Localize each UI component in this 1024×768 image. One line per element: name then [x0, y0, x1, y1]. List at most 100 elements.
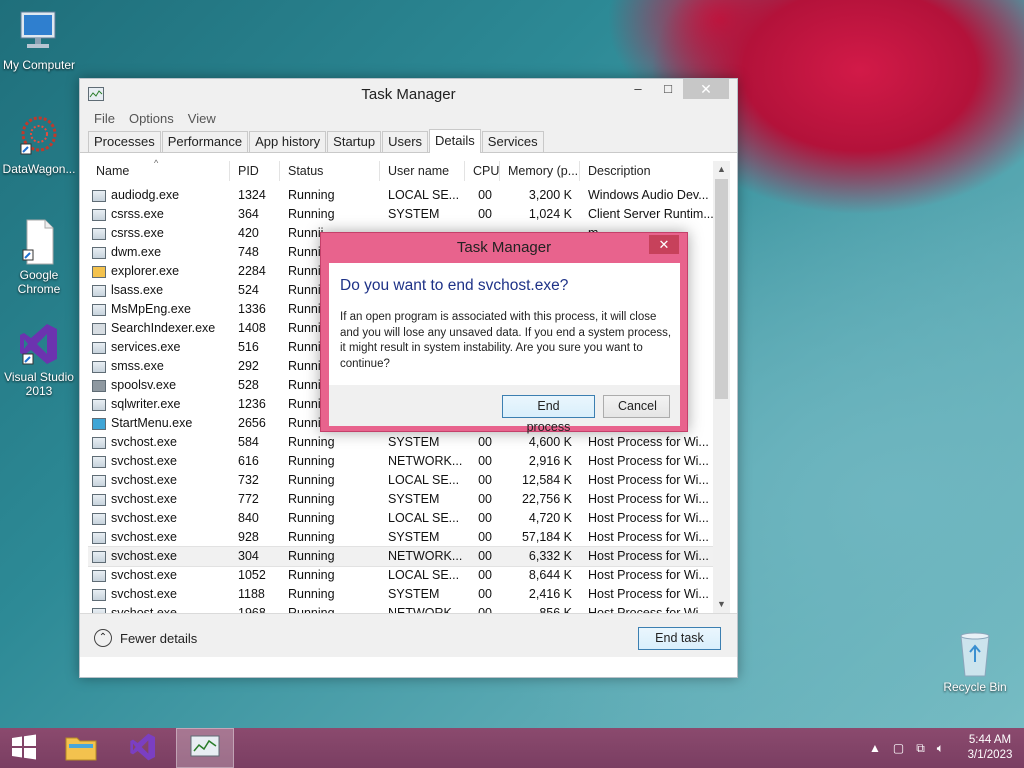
table-row[interactable]: svchost.exe 616 Running NETWORK... 00 2,916 K… [88, 452, 713, 471]
process-name: SearchIndexer.exe [111, 321, 216, 335]
menu-options[interactable]: Options [129, 111, 174, 126]
description-cell: Host Process for Wi... [588, 606, 709, 613]
table-row[interactable]: svchost.exe 772 Running SYSTEM 00 22,756 K Hos… [88, 490, 713, 509]
tab-startup[interactable]: Startup [327, 131, 382, 152]
scroll-down-arrow-icon[interactable]: ▼ [713, 596, 730, 613]
table-row[interactable]: svchost.exe 840 Running LOCAL SE... 00 4,720 … [88, 509, 713, 528]
title-bar[interactable]: Task Manager ‒ □ ✕ [80, 79, 737, 107]
taskbar-visual-studio[interactable] [118, 728, 168, 768]
process-icon [92, 303, 106, 316]
pid-cell: 304 [238, 549, 259, 563]
cpu-cell: 00 [478, 473, 492, 487]
fewer-details-button[interactable]: ⌃ Fewer details [94, 629, 197, 647]
scroll-thumb[interactable] [715, 179, 728, 399]
dialog-close-button[interactable]: ✕ [649, 235, 679, 254]
tab-details[interactable]: Details [429, 129, 481, 153]
clock[interactable]: 5:44 AM 3/1/2023 [956, 733, 1024, 763]
table-row[interactable]: audiodg.exe 1324 Running LOCAL SE... 00 3,200… [88, 186, 713, 205]
user-name-cell: SYSTEM [388, 492, 440, 506]
taskbar-file-explorer[interactable] [56, 728, 106, 768]
column-header-user[interactable]: User name [380, 161, 465, 181]
column-header-label: Name [96, 164, 130, 178]
status-cell: Running [288, 435, 335, 449]
end-task-button[interactable]: End task [638, 627, 721, 650]
end-process-button[interactable]: End process [502, 395, 595, 434]
pid-cell: 364 [238, 207, 259, 221]
desktop-icon-recycle-bin[interactable]: Recycle Bin [936, 630, 1014, 694]
pid-cell: 584 [238, 435, 259, 449]
process-name: audiodg.exe [111, 188, 180, 202]
table-row[interactable]: svchost.exe 584 Running SYSTEM 00 4,600 K Host… [88, 433, 713, 452]
cpu-cell: 00 [478, 587, 492, 601]
tab-users[interactable]: Users [382, 131, 429, 152]
tab-services[interactable]: Services [481, 131, 544, 152]
close-button[interactable]: ✕ [683, 79, 729, 99]
process-name: svchost.exe [111, 473, 178, 487]
memory-cell: 2,916 K [528, 454, 572, 468]
memory-cell: 57,184 K [521, 530, 572, 544]
column-header-cpu[interactable]: CPU [465, 161, 500, 181]
user-name-cell: LOCAL SE... [388, 568, 460, 582]
minimize-button[interactable]: ‒ [623, 79, 653, 99]
tab-performance[interactable]: Performance [161, 131, 249, 152]
volume-icon[interactable]: 🔈︎ [937, 741, 944, 756]
pid-cell: 772 [238, 492, 259, 506]
scroll-up-arrow-icon[interactable]: ▲ [713, 161, 730, 178]
pid-cell: 528 [238, 378, 259, 392]
column-header-status[interactable]: Status [280, 161, 380, 181]
action-center-icon[interactable]: ▢ [893, 741, 904, 755]
table-row[interactable]: svchost.exe 1968 Running NETWORK... 00 856 K H… [88, 604, 713, 613]
column-header-memory[interactable]: Memory (p... [500, 161, 580, 181]
desktop-icon-datawagon[interactable]: DataWagon... [0, 112, 78, 176]
memory-cell: 6,332 K [528, 549, 572, 563]
process-name-cell: audiodg.exe [88, 186, 230, 205]
vertical-scrollbar[interactable]: ▲ ▼ [713, 161, 730, 613]
desktop-icon-visual-studio[interactable]: Visual Studio 2013 [0, 320, 78, 398]
chevron-up-icon: ⌃ [94, 629, 112, 647]
menu-file[interactable]: File [94, 111, 115, 126]
maximize-button[interactable]: □ [653, 79, 683, 99]
column-header-name[interactable]: Name ^ [88, 158, 230, 181]
column-header-pid[interactable]: PID [230, 161, 280, 181]
start-button[interactable] [0, 728, 48, 768]
pid-cell: 516 [238, 340, 259, 354]
table-row[interactable]: svchost.exe 1052 Running LOCAL SE... 00 8,644… [88, 566, 713, 585]
tab-processes[interactable]: Processes [88, 131, 161, 152]
cpu-cell: 00 [478, 454, 492, 468]
table-row[interactable]: svchost.exe 928 Running SYSTEM 00 57,184 K Hos… [88, 528, 713, 547]
process-icon [92, 512, 106, 525]
desktop-icon-my-computer[interactable]: My Computer [0, 8, 78, 72]
user-name-cell: NETWORK... [388, 606, 463, 613]
table-row[interactable]: csrss.exe 364 Running SYSTEM 00 1,024 K Client… [88, 205, 713, 224]
tab-strip: Processes Performance App history Startu… [80, 129, 737, 153]
computer-icon [17, 8, 61, 56]
show-hidden-icons-icon[interactable]: ▲ [869, 741, 881, 755]
status-cell: Running [288, 473, 335, 487]
taskbar-task-manager[interactable] [176, 728, 234, 768]
cancel-button[interactable]: Cancel [603, 395, 670, 418]
table-row[interactable]: svchost.exe 304 Running NETWORK... 00 6,332 K… [88, 546, 713, 567]
network-icon[interactable]: ⧉ [916, 741, 925, 756]
table-row[interactable]: svchost.exe 732 Running LOCAL SE... 00 12,584… [88, 471, 713, 490]
footer-bar: ⌃ Fewer details End task [80, 613, 737, 657]
column-header-description[interactable]: Description [580, 161, 713, 181]
pid-cell: 524 [238, 283, 259, 297]
user-name-cell: LOCAL SE... [388, 188, 460, 202]
pid-cell: 1052 [238, 568, 266, 582]
visual-studio-icon [127, 731, 159, 766]
tab-app-history[interactable]: App history [249, 131, 327, 152]
pid-cell: 1236 [238, 397, 266, 411]
table-row[interactable]: svchost.exe 1188 Running SYSTEM 00 2,416 K Hos… [88, 585, 713, 604]
process-name: svchost.exe [111, 568, 178, 582]
desktop-icon-google-chrome[interactable]: Google Chrome [0, 218, 78, 296]
user-name-cell: NETWORK... [388, 549, 463, 563]
description-cell: Host Process for Wi... [588, 492, 709, 506]
process-icon [92, 246, 106, 259]
pid-cell: 928 [238, 530, 259, 544]
menu-view[interactable]: View [188, 111, 216, 126]
memory-cell: 8,644 K [528, 568, 572, 582]
cpu-cell: 00 [478, 568, 492, 582]
process-name: StartMenu.exe [111, 416, 193, 430]
fewer-details-label: Fewer details [120, 630, 198, 646]
pid-cell: 1408 [238, 321, 266, 335]
